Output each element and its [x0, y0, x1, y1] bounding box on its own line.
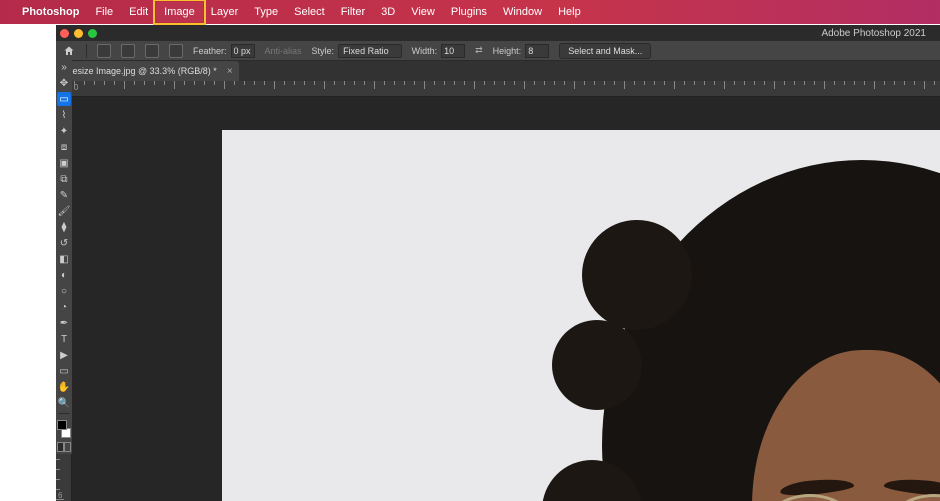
document-canvas[interactable]: [222, 130, 940, 501]
menu-plugins[interactable]: Plugins: [443, 2, 495, 22]
style-select[interactable]: Fixed Ratio: [338, 44, 402, 58]
menu-image[interactable]: Image: [156, 2, 203, 22]
width-label: Width:: [412, 46, 438, 56]
height-input[interactable]: [525, 44, 549, 58]
rectangle-tool[interactable]: ▭: [57, 364, 71, 378]
menu-filter[interactable]: Filter: [333, 2, 373, 22]
macos-menubar: Photoshop File Edit Image Layer Type Sel…: [0, 0, 940, 24]
style-label: Style:: [312, 46, 335, 56]
app-menu[interactable]: Photoshop: [14, 2, 87, 22]
photoshop-window: Adobe Photoshop 2021 Feather: Anti-alias…: [56, 25, 940, 501]
color-swatches[interactable]: [57, 420, 71, 438]
document-tab[interactable]: Resize Image.jpg @ 33.3% (RGB/8) * ×: [56, 61, 239, 81]
ruler-horizontal[interactable]: 0: [72, 81, 940, 97]
document-tab-bar: Resize Image.jpg @ 33.3% (RGB/8) * ×: [56, 61, 940, 81]
tools-panel: » ✥ ▭ ⌇ ✦ ⧈ ▣ ⧉ ✎ 🖌 ⧫ ↺ ◧ ◐ ○ ◔ ✒ T ▶ ▭ ✋ 🔍: [56, 57, 72, 454]
style-field: Style: Fixed Ratio: [312, 44, 402, 58]
width-input[interactable]: [441, 44, 465, 58]
menu-edit[interactable]: Edit: [121, 2, 156, 22]
menu-file[interactable]: File: [87, 2, 121, 22]
tool-separator: [58, 413, 70, 414]
window-zoom-button[interactable]: [88, 29, 97, 38]
feather-field: Feather:: [193, 44, 255, 58]
foreground-swatch[interactable]: [57, 420, 67, 430]
home-button[interactable]: [62, 44, 76, 58]
brush-tool[interactable]: 🖌: [57, 204, 71, 218]
home-icon: [63, 45, 75, 57]
height-field: Height:: [493, 44, 550, 58]
hand-tool[interactable]: ✋: [57, 380, 71, 394]
selection-intersect-icon[interactable]: [169, 44, 183, 58]
feather-input[interactable]: [231, 44, 255, 58]
healing-brush-tool[interactable]: ✎: [57, 188, 71, 202]
selection-new-icon[interactable]: [97, 44, 111, 58]
select-and-mask-button[interactable]: Select and Mask...: [559, 43, 651, 59]
options-bar: Feather: Anti-alias Style: Fixed Ratio W…: [56, 41, 940, 61]
swap-wh-icon[interactable]: ⇄: [475, 45, 483, 56]
eraser-tool[interactable]: ◧: [57, 252, 71, 266]
window-title: Adobe Photoshop 2021: [821, 28, 926, 39]
menu-type[interactable]: Type: [246, 2, 286, 22]
history-brush-tool[interactable]: ↺: [57, 236, 71, 250]
window-titlebar: Adobe Photoshop 2021: [56, 25, 940, 41]
window-close-button[interactable]: [60, 29, 69, 38]
separator: [86, 44, 87, 58]
path-select-tool[interactable]: ▶: [57, 348, 71, 362]
tab-close-icon[interactable]: ×: [227, 66, 233, 77]
menu-help[interactable]: Help: [550, 2, 589, 22]
menu-select[interactable]: Select: [286, 2, 333, 22]
clone-stamp-tool[interactable]: ⧫: [57, 220, 71, 234]
selection-subtract-icon[interactable]: [145, 44, 159, 58]
menu-layer[interactable]: Layer: [203, 2, 247, 22]
quick-mask-toggle[interactable]: [57, 442, 71, 452]
quick-select-tool[interactable]: ✦: [57, 124, 71, 138]
dodge-tool[interactable]: ◔: [57, 300, 71, 314]
width-field: Width:: [412, 44, 466, 58]
marquee-tool[interactable]: ▭: [57, 92, 71, 106]
crop-tool[interactable]: ⧈: [57, 140, 71, 154]
blur-tool[interactable]: ○: [57, 284, 71, 298]
document-tab-label: Resize Image.jpg @ 33.3% (RGB/8) *: [66, 66, 217, 76]
antialias-label: Anti-alias: [265, 46, 302, 56]
height-label: Height:: [493, 46, 522, 56]
window-minimize-button[interactable]: [74, 29, 83, 38]
gradient-tool[interactable]: ◐: [57, 268, 71, 282]
move-tool[interactable]: ✥: [57, 76, 71, 90]
eyedropper-tool[interactable]: ⧉: [57, 172, 71, 186]
menu-view[interactable]: View: [403, 2, 443, 22]
menu-3d[interactable]: 3D: [373, 2, 403, 22]
pen-tool[interactable]: ✒: [57, 316, 71, 330]
lasso-tool[interactable]: ⌇: [57, 108, 71, 122]
zoom-tool[interactable]: 🔍: [57, 396, 71, 410]
tools-collapse-icon[interactable]: »: [57, 60, 71, 74]
type-tool[interactable]: T: [57, 332, 71, 346]
selection-add-icon[interactable]: [121, 44, 135, 58]
menu-window[interactable]: Window: [495, 2, 550, 22]
frame-tool[interactable]: ▣: [57, 156, 71, 170]
work-area: 0 0 1 2 3 4 5 6: [56, 81, 940, 501]
feather-label: Feather:: [193, 46, 227, 56]
canvas-image: [542, 160, 940, 501]
